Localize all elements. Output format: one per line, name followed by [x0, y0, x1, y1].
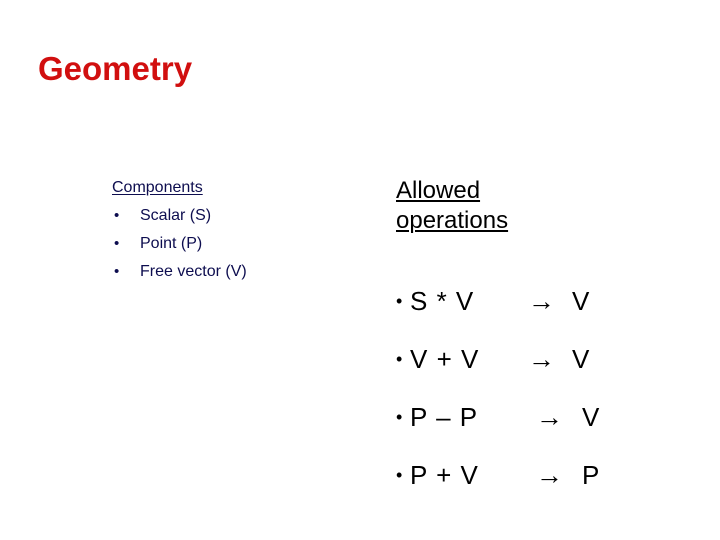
operation-expression: V + V	[410, 344, 480, 374]
operation-result: V	[572, 286, 590, 316]
right-arrow-icon: →	[528, 286, 555, 316]
operation-expression: P + V	[410, 460, 479, 490]
list-item: • Point (P)	[112, 230, 362, 258]
list-item-label: Scalar (S)	[140, 207, 212, 224]
right-arrow-icon: →	[536, 402, 563, 432]
list-item: • Scalar (S)	[112, 202, 362, 230]
bullet-icon: •	[114, 263, 120, 280]
right-arrow-icon: →	[536, 460, 563, 490]
allowed-operations-heading-line2: operations	[396, 207, 509, 234]
bullet-icon: •	[396, 291, 403, 311]
bullet-icon: •	[396, 349, 403, 369]
operation-expression: P – P	[410, 402, 479, 432]
list-item: • Free vector (V)	[112, 258, 362, 286]
bullet-icon: •	[114, 235, 120, 252]
list-item-label: Point (P)	[140, 235, 203, 252]
slide-canvas: Geometry Components • Scalar (S) • Point…	[0, 0, 720, 540]
bullet-icon: •	[396, 465, 403, 485]
list-item: • V + V → V	[396, 330, 696, 388]
operation-result: V	[572, 344, 590, 374]
list-item: • S * V → V	[396, 272, 696, 330]
operation-result: V	[582, 402, 600, 432]
list-item: • P + V → P	[396, 446, 696, 504]
operations-list: • S * V → V • V + V → V • P – P → V • P …	[396, 272, 696, 504]
operation-result: P	[582, 460, 600, 490]
bullet-icon: •	[396, 407, 403, 427]
right-arrow-icon: →	[528, 344, 555, 374]
allowed-operations-heading-line1: Allowed	[396, 177, 481, 204]
components-list: • Scalar (S) • Point (P) • Free vector (…	[112, 202, 362, 286]
components-section: Components • Scalar (S) • Point (P) • Fr…	[112, 176, 362, 286]
allowed-operations-heading: Allowed operations	[396, 176, 548, 236]
page-title: Geometry	[38, 50, 193, 87]
operation-expression: S * V	[410, 286, 475, 316]
bullet-icon: •	[114, 207, 120, 224]
list-item-label: Free vector (V)	[140, 263, 247, 280]
allowed-operations-section: Allowed operations • S * V → V • V + V →…	[396, 176, 696, 490]
list-item: • P – P → V	[396, 388, 696, 446]
components-heading: Components	[112, 179, 203, 196]
